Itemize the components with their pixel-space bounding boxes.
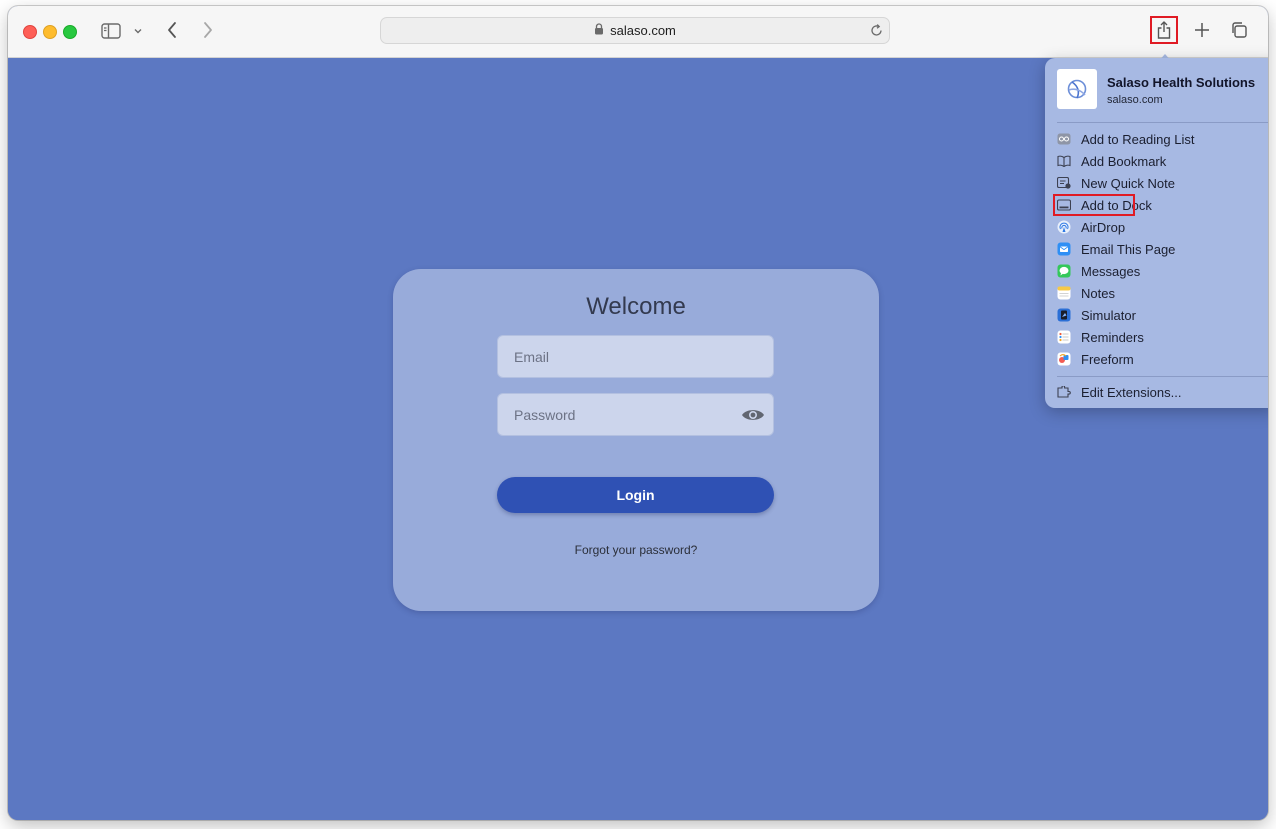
reminders-icon xyxy=(1057,330,1071,344)
forgot-password-link[interactable]: Forgot your password? xyxy=(393,543,879,557)
menu-item-label: Freeform xyxy=(1081,351,1134,367)
reading-list-icon xyxy=(1057,132,1071,146)
menu-item-email-this-page[interactable]: Email This Page xyxy=(1057,238,1268,260)
simulator-icon xyxy=(1057,308,1071,322)
menu-item-label: Reminders xyxy=(1081,329,1144,345)
menu-item-messages[interactable]: Messages xyxy=(1057,260,1268,282)
quick-note-icon xyxy=(1057,176,1071,190)
login-card: Welcome Login Forgot your password? xyxy=(393,269,879,611)
zoom-window-button[interactable] xyxy=(63,25,77,39)
site-domain: salaso.com xyxy=(1107,94,1163,106)
menu-item-label: Email This Page xyxy=(1081,241,1176,257)
menu-item-notes[interactable]: Notes xyxy=(1057,282,1268,304)
url-text: salaso.com xyxy=(610,23,676,38)
notes-icon xyxy=(1057,286,1071,300)
reload-icon[interactable] xyxy=(869,23,884,43)
menu-item-new-quick-note[interactable]: New Quick Note xyxy=(1057,172,1268,194)
menu-item-freeform[interactable]: Freeform xyxy=(1057,348,1268,370)
menu-item-label: Notes xyxy=(1081,285,1115,301)
menu-item-label: Add to Reading List xyxy=(1081,131,1195,147)
menu-item-label: Messages xyxy=(1081,263,1141,279)
browser-window: salaso.com Welcome Email Login Forgot yo… xyxy=(8,6,1268,820)
lock-icon xyxy=(594,23,604,38)
page-title: Welcome xyxy=(586,293,686,320)
mail-icon xyxy=(1057,242,1071,256)
site-logo xyxy=(1057,69,1097,109)
add-to-dock-highlight xyxy=(1053,194,1135,216)
menu-item-add-to-reading-list[interactable]: Add to Reading List xyxy=(1057,128,1268,150)
airdrop-icon xyxy=(1057,220,1071,234)
password-input[interactable] xyxy=(498,394,773,435)
new-tab-icon[interactable] xyxy=(1193,21,1211,39)
sidebar-icon[interactable] xyxy=(100,22,122,40)
eye-icon[interactable] xyxy=(741,407,765,428)
site-name: Salaso Health Solutions xyxy=(1107,75,1256,90)
menu-item-simulator[interactable]: Simulator xyxy=(1057,304,1268,326)
tab-overview-icon[interactable] xyxy=(1229,20,1249,40)
messages-icon xyxy=(1057,264,1071,278)
menu-item-label: AirDrop xyxy=(1081,219,1126,235)
forward-icon[interactable] xyxy=(200,20,216,40)
menu-item-label: Edit Extensions... xyxy=(1081,384,1182,400)
extensions-icon xyxy=(1057,385,1071,399)
share-button-highlight xyxy=(1150,16,1178,44)
password-field[interactable] xyxy=(497,393,774,436)
login-button[interactable]: Login xyxy=(497,477,774,513)
menu-item-label: Add Bookmark xyxy=(1081,153,1167,169)
menu-item-edit-extensions[interactable]: Edit Extensions... xyxy=(1057,381,1268,403)
menu-item-airdrop[interactable]: AirDrop xyxy=(1057,216,1268,238)
menu-divider xyxy=(1057,376,1268,377)
menu-item-label: Simulator xyxy=(1081,307,1136,323)
menu-item-add-bookmark[interactable]: Add Bookmark xyxy=(1057,150,1268,172)
browser-toolbar: salaso.com xyxy=(8,6,1268,58)
minimize-window-button[interactable] xyxy=(43,25,57,39)
email-field[interactable] xyxy=(497,335,774,378)
bookmark-icon xyxy=(1057,154,1071,168)
share-menu: Salaso Health Solutions salaso.com Add t… xyxy=(1045,58,1268,408)
menu-item-reminders[interactable]: Reminders xyxy=(1057,326,1268,348)
menu-divider xyxy=(1057,122,1268,123)
back-icon[interactable] xyxy=(164,20,180,40)
address-bar[interactable]: salaso.com xyxy=(380,17,890,44)
menu-item-label: New Quick Note xyxy=(1081,175,1175,191)
email-input[interactable] xyxy=(498,336,773,377)
close-window-button[interactable] xyxy=(23,25,37,39)
freeform-icon xyxy=(1057,352,1071,366)
chevron-down-icon[interactable] xyxy=(132,26,144,36)
